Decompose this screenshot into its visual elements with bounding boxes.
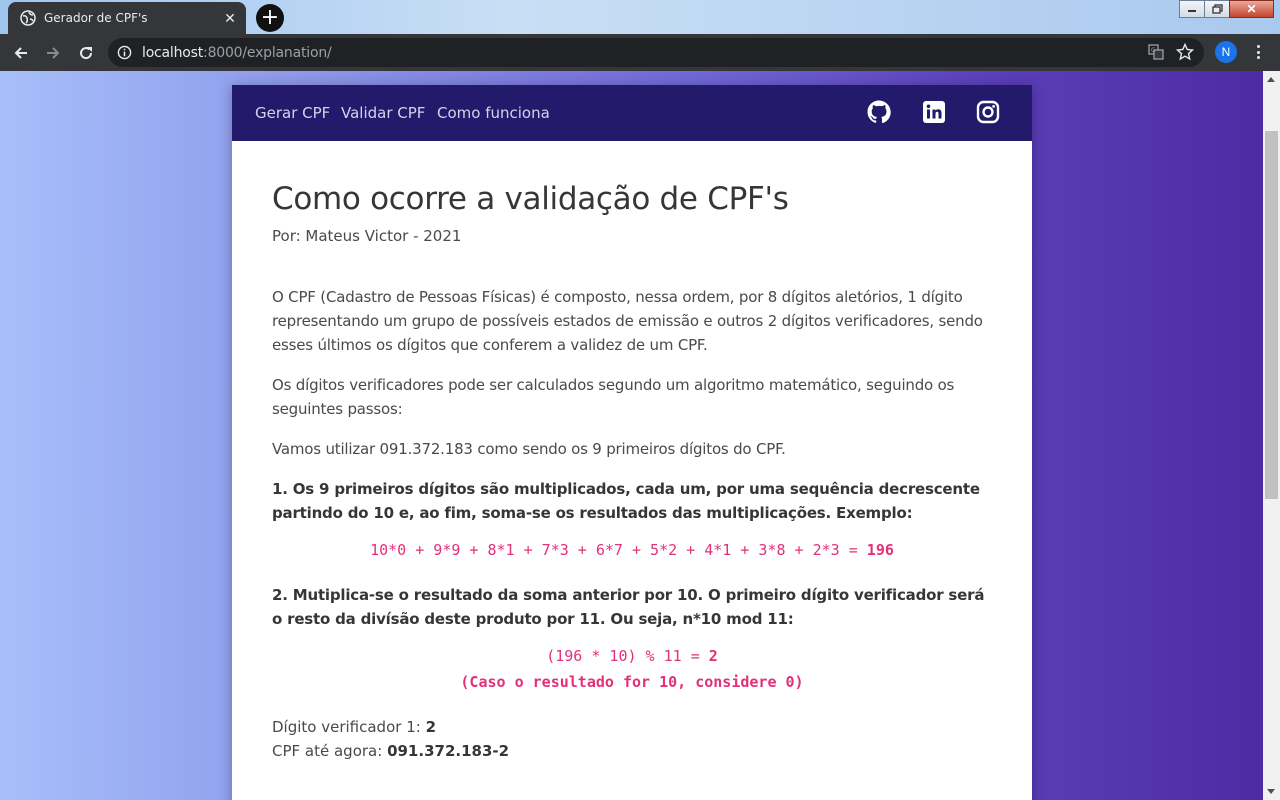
formula-mod: (196 * 10) % 11 = 2 [546,647,718,665]
globe-icon [20,10,36,26]
nav-link-gerar-cpf[interactable]: Gerar CPF [255,104,330,122]
browser-tab[interactable]: Gerador de CPF's ✕ [8,2,246,34]
formula-mod-result: 2 [708,647,718,665]
minimize-icon [1188,10,1196,12]
nav-link-como-funciona[interactable]: Como funciona [437,104,550,122]
formula-note: (Caso o resultado for 10, considere 0) [460,673,804,691]
page-title: Como ocorre a validação de CPF's [272,181,789,217]
byline: Por: Mateus Victor - 2021 [272,227,462,245]
cpf-so-far-value: 091.372.183-2 [387,742,510,760]
restore-button[interactable] [1204,0,1230,18]
digit-1-value: 2 [425,718,436,736]
back-button[interactable] [8,40,34,66]
formula-sum-result: 196 [866,541,894,559]
close-icon: ✕ [1246,2,1257,16]
tab-title: Gerador de CPF's [44,11,148,25]
cpf-so-far-line: CPF até agora: 091.372.183-2 [272,742,510,760]
restore-icon [1211,4,1223,14]
nav-link-validar-cpf[interactable]: Validar CPF [341,104,425,122]
arrow-left-icon [14,47,27,59]
github-icon[interactable] [867,100,891,124]
scroll-up-icon[interactable] [1267,77,1275,82]
address-bar[interactable]: localhost:8000/explanation/ G [108,38,1204,67]
step-1-text: 1. Os 9 primeiros dígitos são multiplica… [272,480,980,522]
browser-toolbar: localhost:8000/explanation/ G [0,34,1280,71]
minimize-button[interactable] [1179,0,1205,18]
reload-icon [80,47,93,60]
reload-button[interactable] [73,40,99,66]
vertical-scrollbar[interactable] [1263,71,1280,800]
paragraph-algorithm: Os dígitos verificadores pode ser calcul… [272,376,955,418]
paragraph-example: Vamos utilizar 091.372.183 como sendo os… [272,440,786,458]
linkedin-icon[interactable] [922,100,946,124]
paragraph-intro: O CPF (Cadastro de Pessoas Físicas) é co… [272,288,983,354]
browser-titlebar: Gerador de CPF's ✕ + ✕ [0,0,1280,34]
article: Como ocorre a validação de CPF's Por: Ma… [232,141,1032,763]
scroll-down-icon[interactable] [1267,789,1275,794]
url-text: localhost:8000/explanation/ [142,45,332,61]
window-controls: ✕ [1179,0,1274,18]
formula-sum: 10*0 + 9*9 + 8*1 + 7*3 + 6*7 + 5*2 + 4*1… [370,541,894,559]
close-window-button[interactable]: ✕ [1229,0,1274,18]
svg-text:G: G [1151,47,1156,54]
arrow-right-icon [47,47,60,59]
bookmark-star-icon[interactable] [1176,43,1194,61]
translate-icon[interactable]: G [1148,44,1164,60]
instagram-icon[interactable] [976,100,1000,124]
scrollbar-thumb[interactable] [1265,131,1278,499]
digit-1-line: Dígito verificador 1: 2 [272,718,436,736]
site-navbar: Gerar CPF Validar CPF Como funciona [232,85,1032,141]
close-tab-icon[interactable]: ✕ [222,10,238,26]
page-viewport: Gerar CPF Validar CPF Como funciona Como… [0,71,1263,800]
content-card: Gerar CPF Validar CPF Como funciona Como… [232,85,1032,800]
new-tab-button[interactable]: + [256,4,284,32]
forward-button[interactable] [40,40,66,66]
browser-menu-icon[interactable] [1250,42,1266,62]
step-2-text: 2. Mutiplica-se o resultado da soma ante… [272,586,985,628]
info-icon[interactable] [117,45,132,60]
profile-avatar[interactable]: N [1215,41,1237,63]
